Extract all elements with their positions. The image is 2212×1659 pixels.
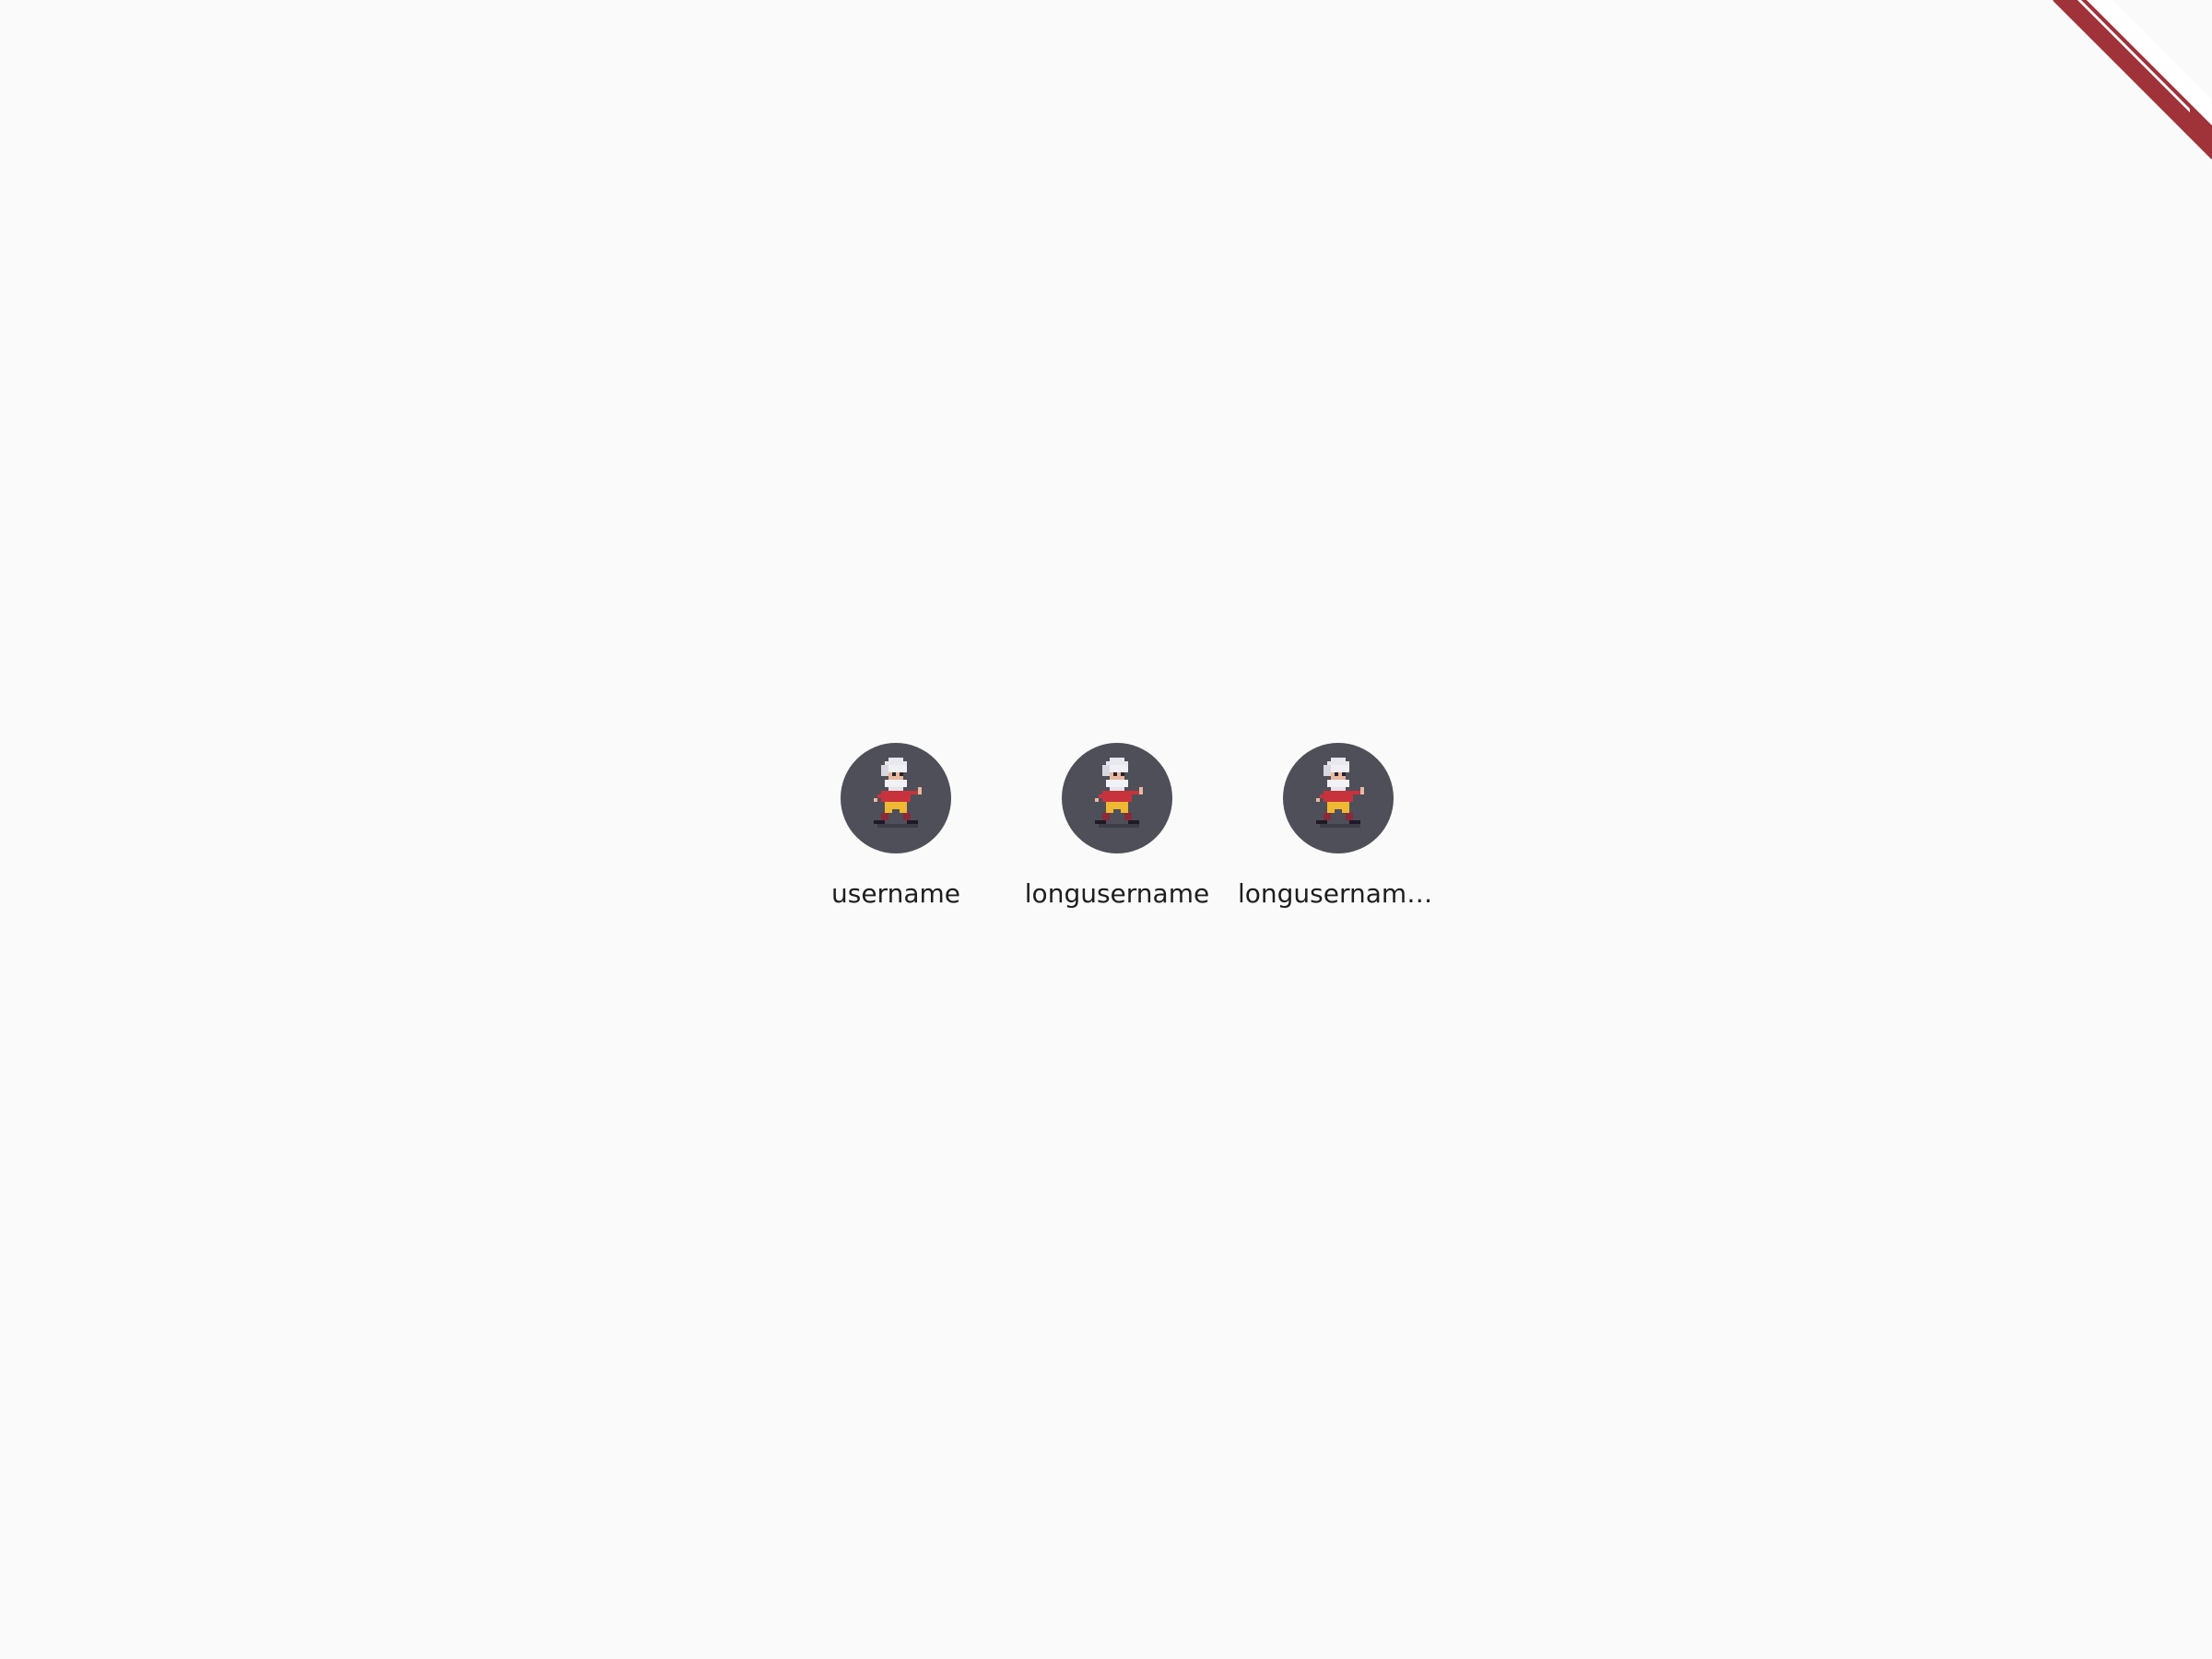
avatar-username-label: longusername... bbox=[1238, 878, 1439, 909]
pixel-old-man-running-icon bbox=[874, 758, 922, 828]
avatar-username-label: username bbox=[831, 878, 960, 909]
avatar-username-label: longusername bbox=[1024, 878, 1210, 909]
pixel-old-man-running-icon bbox=[1095, 758, 1143, 828]
avatar-list: username longusername longusername... bbox=[0, 743, 2212, 927]
avatar-card-username[interactable]: username bbox=[790, 743, 1002, 911]
page: username longusername longusername... bbox=[0, 0, 2212, 1659]
avatar[interactable] bbox=[1283, 743, 1394, 853]
avatar[interactable] bbox=[1062, 743, 1172, 853]
pixel-old-man-running-icon bbox=[1316, 758, 1364, 828]
avatar-card-longusername[interactable]: longusername bbox=[1011, 743, 1223, 911]
corner-ribbon[interactable] bbox=[2028, 0, 2212, 184]
avatar[interactable] bbox=[841, 743, 951, 853]
avatar-card-longusername-truncated[interactable]: longusername... bbox=[1232, 743, 1444, 911]
